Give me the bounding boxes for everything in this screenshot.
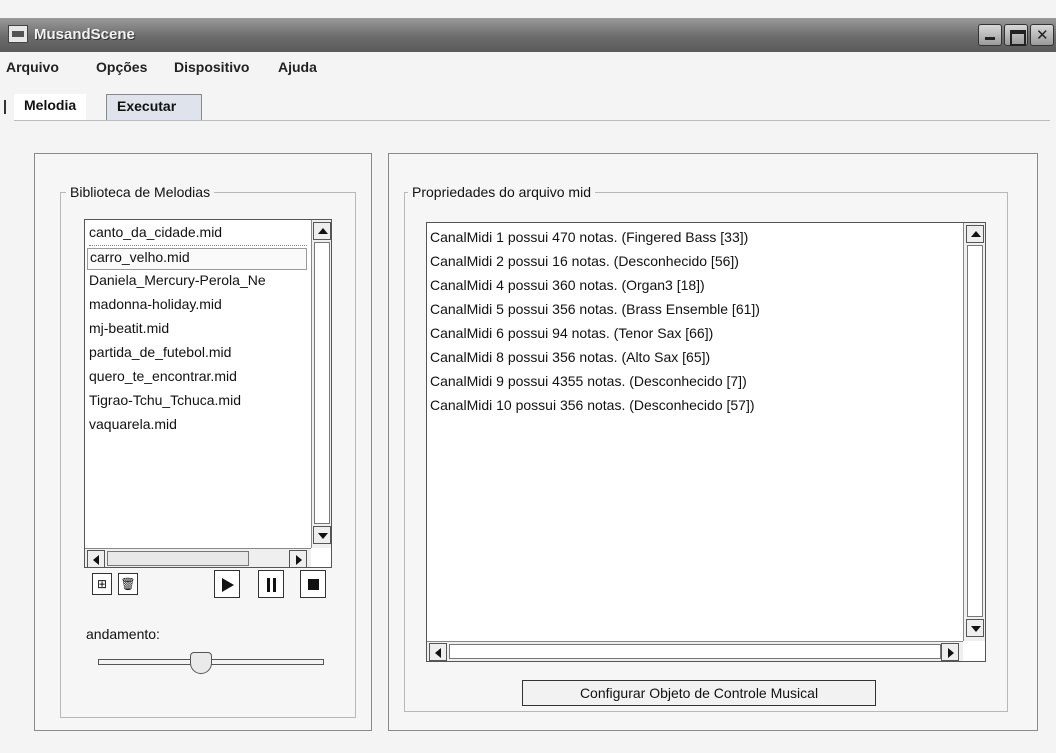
list-vscroll-thumb[interactable] [314,242,330,524]
maximize-button[interactable] [1004,24,1028,46]
library-title: Biblioteca de Melodias [66,184,215,200]
list-item-selected[interactable]: carro_velho.mid [87,248,307,270]
scroll-up-icon[interactable] [313,222,331,240]
tempo-slider-thumb[interactable] [189,652,212,674]
window-title: MusandScene [34,26,135,43]
tempo-label: andamento: [86,626,160,642]
property-line: CanalMidi 4 possui 360 notas. (Organ3 [1… [430,277,705,293]
property-line: CanalMidi 9 possui 4355 notas. (Desconhe… [430,373,747,389]
app-window: MusandScene Arquivo Opções Dispositivo A… [0,0,1056,753]
menu-dispositivo[interactable]: Dispositivo [174,59,249,75]
scroll-right-icon[interactable] [941,643,959,661]
stop-icon [308,579,319,590]
properties-title: Propriedades do arquivo mid [408,184,595,200]
list-horizontal-scrollbar[interactable] [85,548,311,567]
scroll-right-icon[interactable] [289,550,307,567]
tab-marker [4,100,6,114]
add-file-button[interactable]: ⊞ [92,573,112,595]
pause-button[interactable] [258,570,284,598]
list-item[interactable]: quero_te_encontrar.mid [89,368,307,390]
delete-file-button[interactable]: 🗑 [118,573,138,595]
list-item[interactable]: canto_da_cidade.mid [89,224,307,246]
list-vertical-scrollbar[interactable] [311,220,331,548]
property-line: CanalMidi 5 possui 356 notas. (Brass Ens… [430,301,760,317]
title-bar[interactable]: MusandScene [0,18,1056,52]
minimize-button[interactable] [978,24,1002,46]
tab-melodia[interactable]: Melodia [14,94,87,120]
menu-ajuda[interactable]: Ajuda [278,59,317,75]
add-file-icon: ⊞ [96,577,108,591]
list-item[interactable]: partida_de_futebol.mid [89,344,307,366]
property-line: CanalMidi 8 possui 356 notas. (Alto Sax … [430,349,711,365]
properties-text-area[interactable]: CanalMidi 1 possui 470 notas. (Fingered … [426,222,986,662]
menu-bar: Arquivo Opções Dispositivo Ajuda [0,58,1056,80]
list-item[interactable]: Daniela_Mercury-Perola_Ne [89,272,307,294]
properties-horizontal-scrollbar[interactable] [427,641,963,661]
list-hscroll-thumb[interactable] [107,551,249,566]
list-item[interactable]: madonna-holiday.mid [89,296,307,318]
tab-executar[interactable]: Executar [106,94,202,120]
play-button[interactable] [214,570,240,598]
play-icon [222,578,234,592]
configure-control-object-button[interactable]: Configurar Objeto de Controle Musical [522,680,876,706]
scroll-down-icon[interactable] [966,619,984,637]
property-line: CanalMidi 6 possui 94 notas. (Tenor Sax … [430,325,714,341]
scroll-left-icon[interactable] [87,550,105,567]
property-line: CanalMidi 2 possui 16 notas. (Desconheci… [430,253,739,269]
scroll-left-icon[interactable] [429,643,447,661]
scroll-up-icon[interactable] [966,225,984,243]
melody-list[interactable]: canto_da_cidade.mid carro_velho.mid Dani… [84,219,332,568]
list-item[interactable]: mj-beatit.mid [89,320,307,342]
property-line: CanalMidi 1 possui 470 notas. (Fingered … [430,229,749,245]
trash-icon: 🗑 [120,577,136,591]
list-item[interactable]: vaquarela.mid [89,416,307,438]
properties-vscroll-thumb[interactable] [967,245,983,617]
properties-hscroll-thumb[interactable] [449,644,941,659]
tab-divider [14,120,1050,121]
list-item[interactable]: Tigrao-Tchu_Tchuca.mid [89,392,307,414]
properties-vertical-scrollbar[interactable] [963,223,985,641]
property-line: CanalMidi 10 possui 356 notas. (Desconhe… [430,397,755,413]
menu-opcoes[interactable]: Opções [96,59,147,75]
close-button[interactable] [1030,24,1054,46]
stop-button[interactable] [300,570,326,598]
menu-arquivo[interactable]: Arquivo [6,59,59,75]
scroll-down-icon[interactable] [313,526,331,544]
pause-icon [267,578,276,592]
app-icon [8,25,28,43]
